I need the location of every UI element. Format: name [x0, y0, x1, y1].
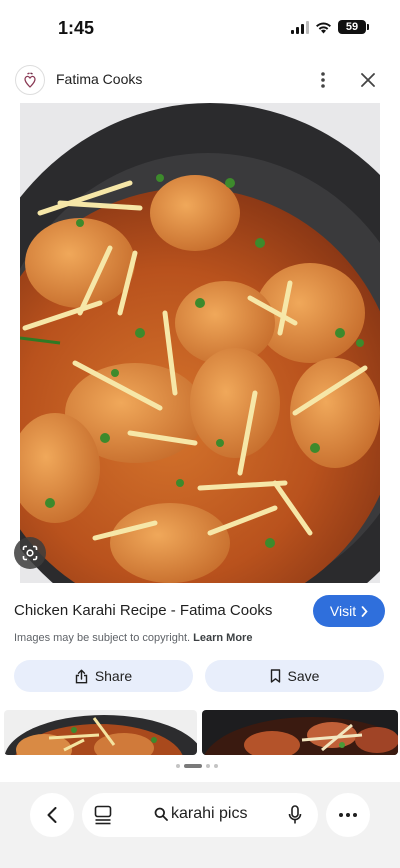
search-icon: [154, 807, 168, 821]
visit-button-label: Visit: [329, 603, 357, 619]
more-horizontal-icon[interactable]: [326, 793, 370, 837]
carousel-pager: [176, 764, 218, 768]
microphone-icon[interactable]: [288, 805, 302, 825]
close-icon[interactable]: [354, 66, 382, 94]
chevron-left-icon: [47, 807, 57, 823]
result-title[interactable]: Chicken Karahi Recipe - Fatima Cooks: [14, 602, 272, 619]
copyright-notice: Images may be subject to copyright. Lear…: [14, 632, 252, 644]
related-image-thumbnail[interactable]: [4, 710, 197, 755]
more-vertical-icon[interactable]: [310, 66, 336, 94]
main-food-image[interactable]: [20, 103, 380, 583]
back-button[interactable]: [30, 793, 74, 837]
learn-more-link[interactable]: Learn More: [193, 632, 252, 644]
share-button-label: Share: [94, 668, 133, 684]
share-icon: [75, 669, 88, 683]
site-name[interactable]: Fatima Cooks: [56, 71, 142, 87]
site-header: Fatima Cooks: [0, 58, 400, 102]
chevron-right-icon: [361, 605, 368, 617]
visit-button[interactable]: Visit: [313, 595, 385, 627]
save-button-label: Save: [287, 668, 320, 684]
save-button[interactable]: Save: [205, 660, 384, 692]
status-time: 1:45: [58, 18, 95, 38]
wifi-icon: [315, 21, 332, 34]
related-image-thumbnail[interactable]: [202, 710, 398, 755]
bottom-toolbar: karahi pics: [0, 782, 400, 868]
search-bar[interactable]: karahi pics: [82, 793, 318, 837]
status-bar: 1:45 59: [0, 0, 400, 58]
share-button[interactable]: Share: [14, 660, 193, 692]
tabs-list-icon[interactable]: [94, 805, 112, 825]
search-query: karahi pics: [171, 805, 248, 822]
google-lens-icon[interactable]: [14, 537, 46, 569]
heart-leaves-logo-icon[interactable]: [15, 65, 45, 95]
search-query-wrap[interactable]: karahi pics: [154, 805, 247, 823]
bookmark-icon: [270, 669, 280, 683]
battery-icon: 59: [338, 20, 369, 34]
copyright-text: Images may be subject to copyright.: [14, 632, 191, 644]
status-icons: 59: [291, 20, 369, 34]
cellular-signal-icon: [291, 20, 309, 34]
